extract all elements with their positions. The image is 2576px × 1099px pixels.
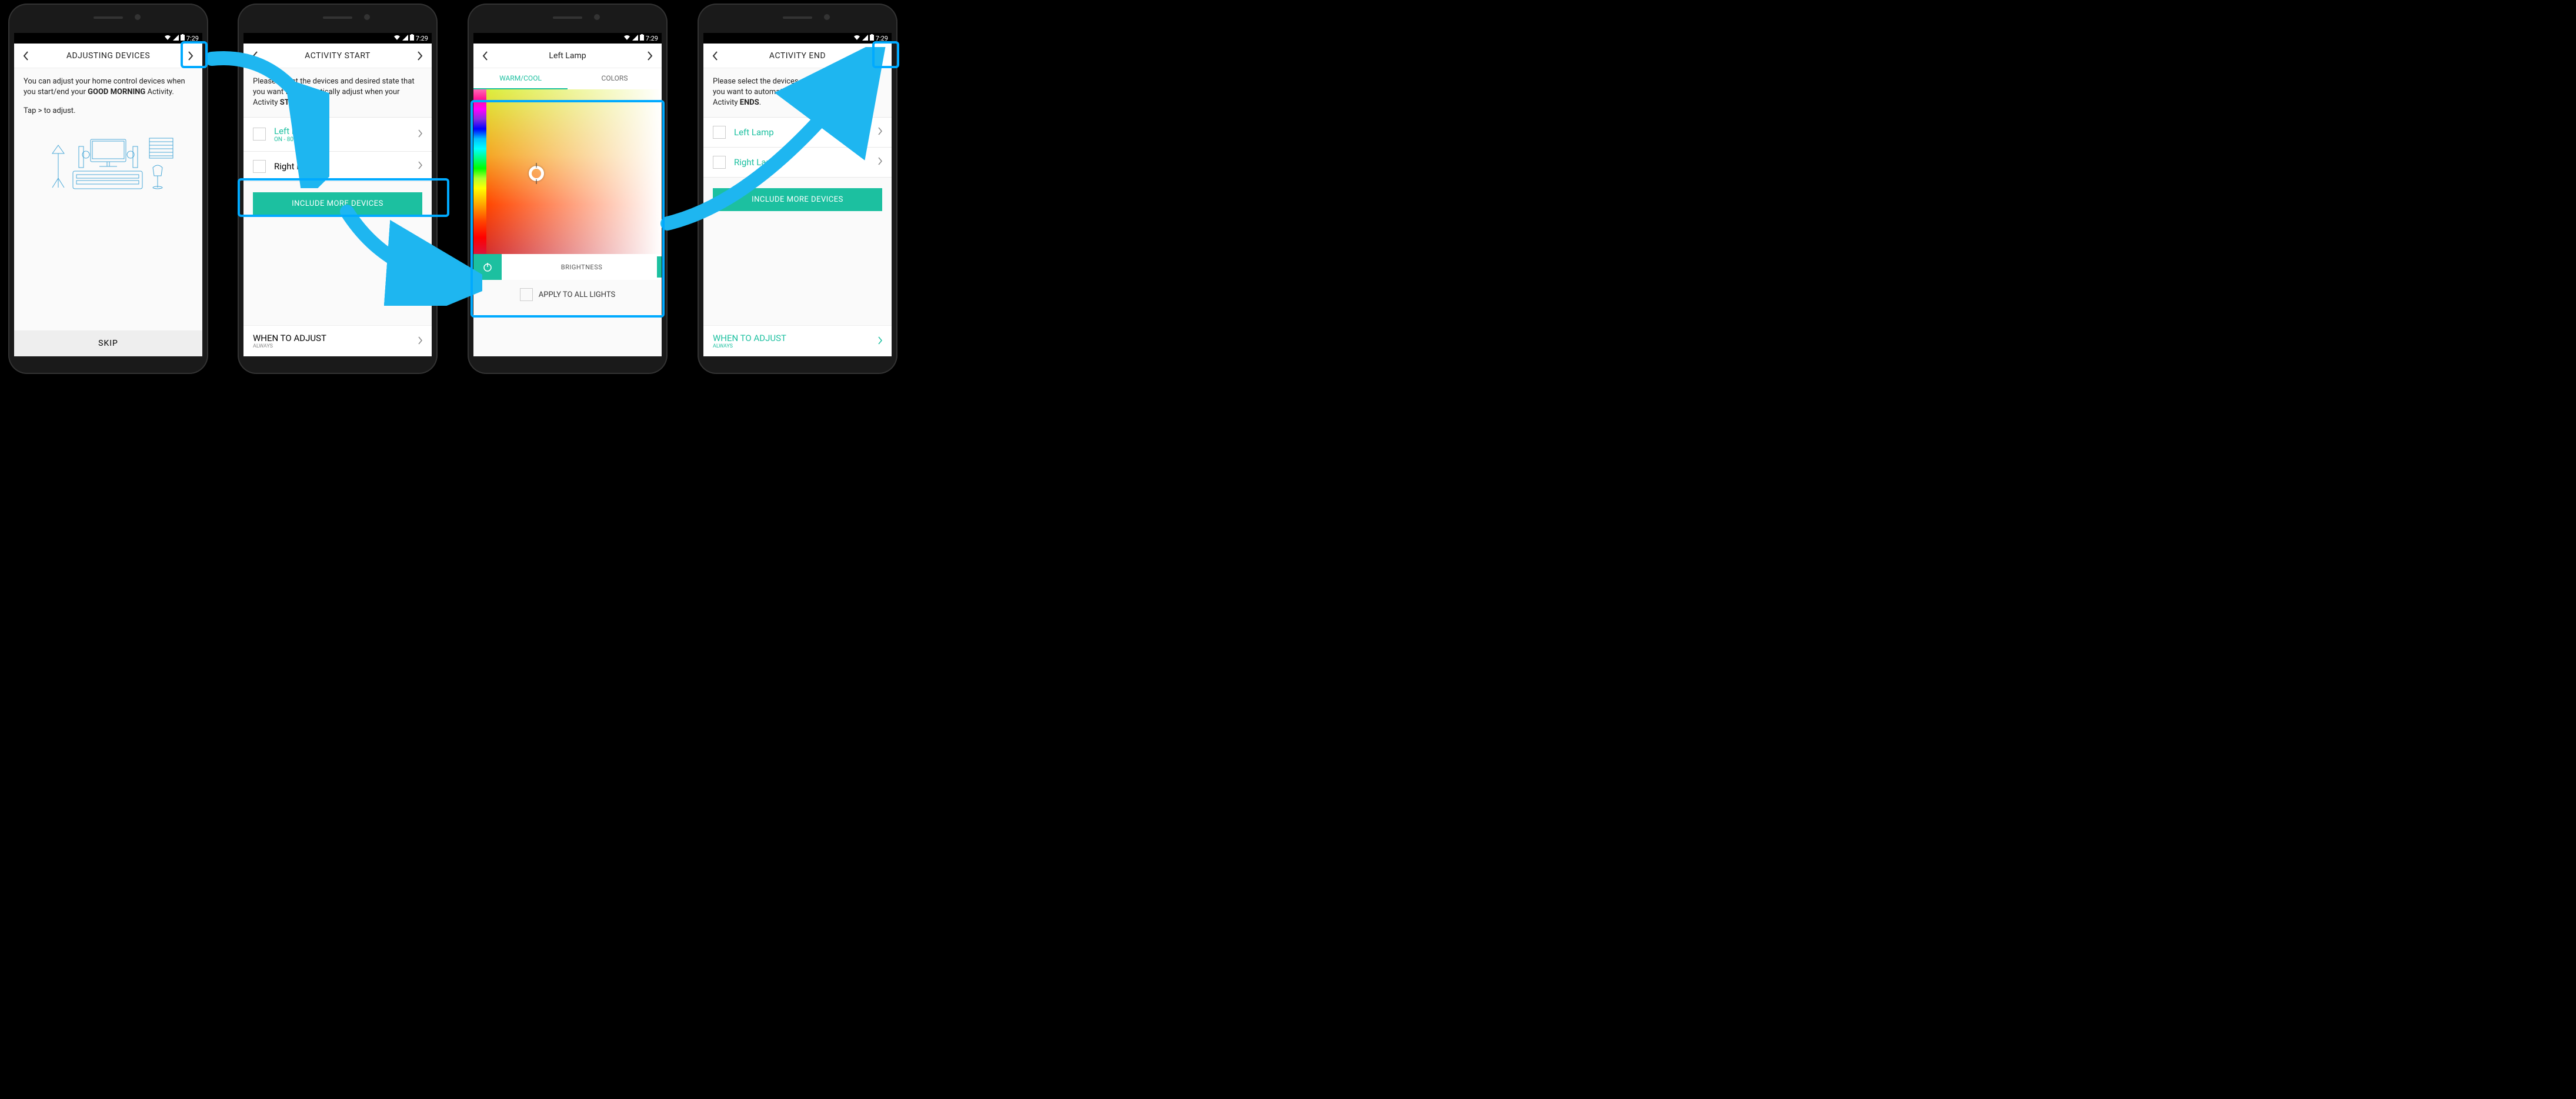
when-sub: ALWAYS [713,343,877,349]
signal-icon [632,35,638,42]
include-more-devices-button[interactable]: INCLUDE MORE DEVICES [713,188,882,211]
title-bar: ACTIVITY START [243,44,432,68]
phone-4: 7:29 ACTIVITY END Please select the devi… [698,4,897,374]
saturation-area[interactable] [486,89,662,254]
status-bar: 7:29 [243,33,432,44]
chevron-right-icon[interactable] [877,336,882,347]
back-button[interactable] [708,49,722,63]
next-button[interactable] [873,49,887,63]
checkbox[interactable] [253,160,266,173]
intro-text: Please select the devices and desired st… [243,68,432,117]
battery-icon [410,34,414,42]
back-button[interactable] [19,49,33,63]
tab-warm-cool[interactable]: WARM/COOL [473,68,568,89]
screen-4: 7:29 ACTIVITY END Please select the devi… [703,33,892,356]
chevron-right-icon[interactable] [418,129,422,140]
apply-label: APPLY TO ALL LIGHTS [539,290,615,299]
intro-text: Please select the devices and desired st… [703,68,892,117]
status-time: 7:29 [416,35,428,42]
device-label: Left Lamp ON - 80% [274,126,418,143]
device-label: Right Lamp [734,157,877,168]
device-row-left-lamp[interactable]: Left Lamp ON - 80% [243,117,432,152]
battery-icon [181,34,185,42]
tab-colors[interactable]: COLORS [568,68,662,89]
chevron-right-icon[interactable] [418,336,422,347]
page-title: ADJUSTING DEVICES [33,51,183,61]
next-button[interactable] [183,49,198,63]
hue-strip[interactable] [473,89,486,254]
checkbox[interactable] [713,126,726,139]
back-button[interactable] [478,49,492,63]
checkbox[interactable] [713,156,726,169]
wifi-icon [853,35,860,42]
page-title: ACTIVITY END [722,51,873,61]
screen-3: 7:29 Left Lamp WARM/COOL COLORS BRIGHTNE… [473,33,662,356]
device-row-right-lamp[interactable]: Right Lamp [703,148,892,178]
intro-text: You can adjust your home control devices… [14,68,202,208]
brightness-slider[interactable]: BRIGHTNESS [502,254,662,280]
status-bar: 7:29 [473,33,662,44]
battery-icon [870,34,874,42]
screen-2: 7:29 ACTIVITY START Please select the de… [243,33,432,356]
next-button[interactable] [413,49,427,63]
when-sub: ALWAYS [253,343,418,349]
brightness-row: BRIGHTNESS [473,254,662,280]
signal-icon [862,35,868,42]
device-row-right-lamp[interactable]: Right Lamp [243,152,432,182]
status-bar: 7:29 [703,33,892,44]
page-title: ACTIVITY START [262,51,413,61]
chevron-right-icon[interactable] [877,156,882,168]
phone-1: 7:29 ADJUSTING DEVICES You can adjust yo… [8,4,208,374]
when-to-adjust-row[interactable]: WHEN TO ADJUST ALWAYS [703,325,892,356]
status-time: 7:29 [876,35,888,42]
living-room-illustration [38,129,179,199]
chevron-right-icon[interactable] [418,161,422,172]
when-to-adjust-row[interactable]: WHEN TO ADJUST ALWAYS [243,325,432,356]
signal-icon [173,35,179,42]
page-title: Left Lamp [492,51,643,61]
status-time: 7:29 [186,35,199,42]
power-button[interactable] [473,254,502,280]
phone-3: 7:29 Left Lamp WARM/COOL COLORS BRIGHTNE… [468,4,668,374]
picker-handle[interactable] [529,166,544,181]
color-picker[interactable] [473,89,662,254]
skip-button[interactable]: SKIP [14,330,202,356]
chevron-right-icon[interactable] [877,126,882,138]
when-title: WHEN TO ADJUST [713,333,877,343]
title-bar: ACTIVITY END [703,44,892,68]
device-label: Right Lamp [274,161,418,172]
hint-text: Tap > to adjust. [24,106,193,116]
screen-1: 7:29 ADJUSTING DEVICES You can adjust yo… [14,33,202,356]
wifi-icon [393,35,401,42]
phone-2: 7:29 ACTIVITY START Please select the de… [238,4,438,374]
title-bar: ADJUSTING DEVICES [14,44,202,68]
back-button[interactable] [248,49,262,63]
wifi-icon [164,35,171,42]
wifi-icon [623,35,630,42]
next-button[interactable] [643,49,657,63]
battery-icon [640,34,644,42]
brightness-fill [657,256,662,278]
when-title: WHEN TO ADJUST [253,333,418,343]
color-mode-tabs: WARM/COOL COLORS [473,68,662,89]
title-bar: Left Lamp [473,44,662,68]
checkbox[interactable] [520,288,533,301]
apply-all-row[interactable]: APPLY TO ALL LIGHTS [473,280,662,309]
include-more-devices-button[interactable]: INCLUDE MORE DEVICES [253,192,422,215]
checkbox[interactable] [253,128,266,141]
status-time: 7:29 [646,35,658,42]
status-bar: 7:29 [14,33,202,44]
signal-icon [402,35,408,42]
device-row-left-lamp[interactable]: Left Lamp [703,117,892,148]
device-label: Left Lamp [734,127,877,138]
